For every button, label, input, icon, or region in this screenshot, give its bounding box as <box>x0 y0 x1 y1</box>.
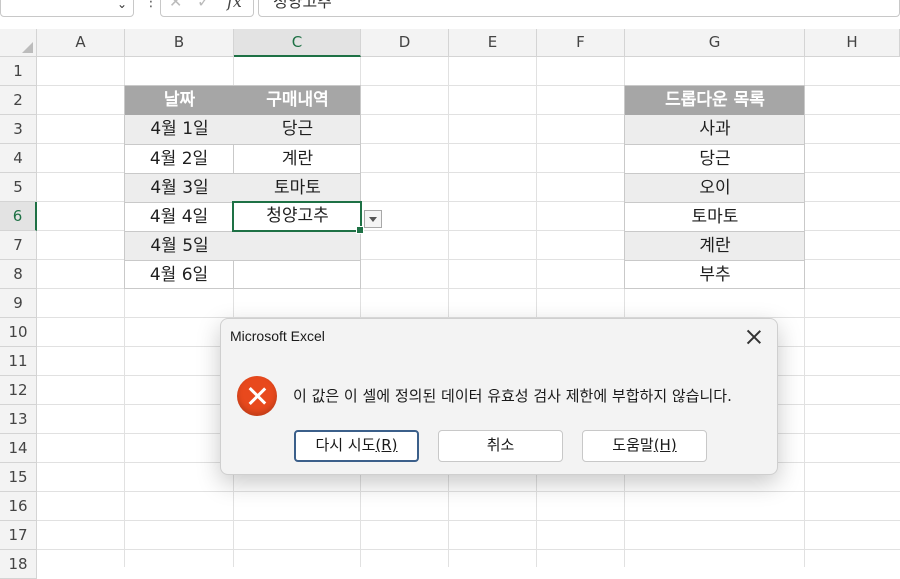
list-header[interactable]: 드롭다운 목록 <box>625 86 805 115</box>
list-item[interactable]: 사과 <box>625 115 805 144</box>
table-cell-item[interactable] <box>234 231 361 260</box>
table-cell-date[interactable]: 4월 5일 <box>125 231 234 260</box>
list-item[interactable]: 계란 <box>625 231 805 260</box>
fx-icon[interactable]: fx <box>227 0 242 11</box>
row-header-12[interactable]: 12 <box>0 376 37 405</box>
row-header-2[interactable]: 2 <box>0 86 37 115</box>
row-header-15[interactable]: 15 <box>0 463 37 492</box>
list-item[interactable]: 토마토 <box>625 202 805 231</box>
column-header-f[interactable]: F <box>537 29 625 57</box>
list-item[interactable]: 당근 <box>625 144 805 173</box>
help-button[interactable]: 도움말(H) <box>582 430 707 462</box>
column-header-a[interactable]: A <box>37 29 125 57</box>
close-icon[interactable]: ✕ <box>169 0 182 11</box>
name-box[interactable]: ⌄ <box>0 0 134 17</box>
chevron-down-icon[interactable]: ⌄ <box>117 0 127 11</box>
row-header-14[interactable]: 14 <box>0 434 37 463</box>
retry-button-key: (R) <box>375 436 398 454</box>
check-icon[interactable]: ✓ <box>197 0 210 11</box>
table-cell-item[interactable] <box>234 260 361 289</box>
retry-button-label: 다시 시도 <box>315 436 376 454</box>
chevron-down-icon <box>369 217 377 222</box>
row-header-3[interactable]: 3 <box>0 115 37 144</box>
gridline <box>37 520 900 521</box>
table-cell-item[interactable]: 계란 <box>234 144 361 173</box>
gridline <box>37 549 900 550</box>
formula-buttons: ✕ ✓ fx <box>160 0 254 17</box>
row-header-10[interactable]: 10 <box>0 318 37 347</box>
active-cell-selection[interactable] <box>232 201 364 234</box>
row-header-16[interactable]: 16 <box>0 492 37 521</box>
close-icon[interactable] <box>743 326 765 348</box>
row-header-4[interactable]: 4 <box>0 144 37 173</box>
row-header-13[interactable]: 13 <box>0 405 37 434</box>
table-cell-date[interactable]: 4월 4일 <box>125 202 234 231</box>
column-header-d[interactable]: D <box>361 29 449 57</box>
gridline <box>37 491 900 492</box>
cancel-button[interactable]: 취소 <box>438 430 563 462</box>
validation-error-dialog: Microsoft Excel 이 값은 이 셀에 정의된 데이터 유효성 검사… <box>220 318 778 475</box>
row-header-8[interactable]: 8 <box>0 260 37 289</box>
column-header-e[interactable]: E <box>449 29 537 57</box>
validation-dropdown-button[interactable] <box>364 210 382 228</box>
more-options-icon[interactable]: ⋮ <box>144 0 158 10</box>
formula-bar: ⌄ ⋮ ✕ ✓ fx 청양고추 <box>0 0 900 28</box>
row-header-7[interactable]: 7 <box>0 231 37 260</box>
row-header-6[interactable]: 6 <box>0 202 37 231</box>
row-header-9[interactable]: 9 <box>0 289 37 318</box>
help-button-label: 도움말 <box>612 436 654 454</box>
column-header-c[interactable]: C <box>234 29 361 57</box>
list-item[interactable]: 오이 <box>625 173 805 202</box>
column-header-h[interactable]: H <box>805 29 900 57</box>
table-cell-item[interactable]: 당근 <box>234 115 361 144</box>
table-cell-item[interactable]: 토마토 <box>234 173 361 202</box>
fill-handle[interactable] <box>356 226 364 234</box>
row-header-18[interactable]: 18 <box>0 550 37 579</box>
retry-button[interactable]: 다시 시도(R) <box>294 430 419 462</box>
table-cell-date[interactable]: 4월 2일 <box>125 144 234 173</box>
table-header-item[interactable]: 구매내역 <box>234 86 361 115</box>
table-cell-date[interactable]: 4월 1일 <box>125 115 234 144</box>
error-icon <box>237 376 277 416</box>
column-header-b[interactable]: B <box>125 29 234 57</box>
formula-input[interactable]: 청양고추 <box>258 0 900 17</box>
column-header-g[interactable]: G <box>625 29 805 57</box>
table-cell-date[interactable]: 4월 6일 <box>125 260 234 289</box>
dialog-message: 이 값은 이 셀에 정의된 데이터 유효성 검사 제한에 부합하지 않습니다. <box>293 387 732 405</box>
table-header-date[interactable]: 날짜 <box>125 86 234 115</box>
dialog-title: Microsoft Excel <box>230 328 325 344</box>
row-header-5[interactable]: 5 <box>0 173 37 202</box>
table-cell-date[interactable]: 4월 3일 <box>125 173 234 202</box>
help-button-key: (H) <box>653 436 677 454</box>
row-header-17[interactable]: 17 <box>0 521 37 550</box>
list-item[interactable]: 부추 <box>625 260 805 289</box>
row-header-11[interactable]: 11 <box>0 347 37 376</box>
row-header-1[interactable]: 1 <box>0 57 37 86</box>
select-all-corner[interactable] <box>0 29 37 57</box>
